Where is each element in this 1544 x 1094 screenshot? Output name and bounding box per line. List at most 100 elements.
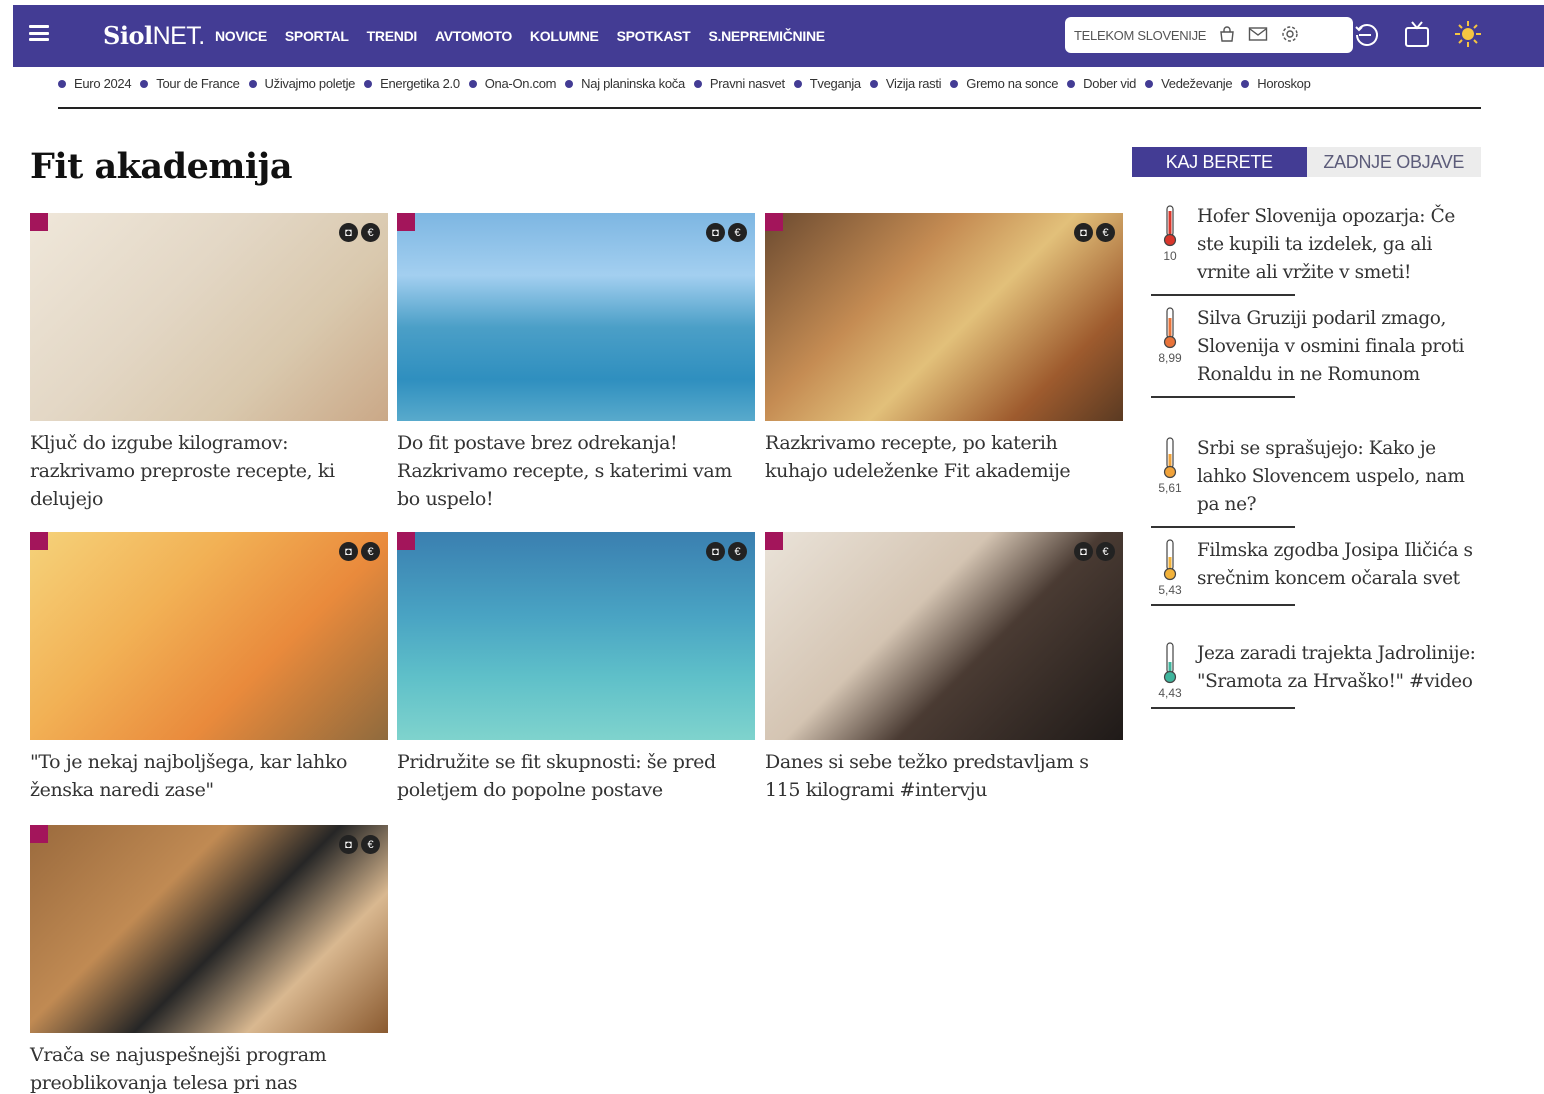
shopping-bag-icon[interactable] (1218, 25, 1236, 46)
article-card[interactable]: ◘ € Pridružite se fit skupnosti: še pred … (397, 532, 755, 804)
tab-kaj-berete[interactable]: KAJ BERETE (1132, 147, 1307, 177)
euro-icon: € (728, 542, 747, 561)
tag-item[interactable]: Ona-On.com (468, 76, 556, 91)
article-image[interactable]: ◘ € (397, 532, 755, 740)
euro-icon: € (1096, 542, 1115, 561)
tag-item[interactable]: Tveganja (793, 76, 861, 91)
top-bar: SiolNET. NOVICE SPORTAL TRENDI AVTOMOTO … (13, 5, 1544, 67)
article-card[interactable]: ◘ € Danes si sebe težko predstavljam s 11… (765, 532, 1123, 804)
hot-item[interactable]: 5,61 Srbi se sprašujejo: Kako je lahko S… (1151, 435, 1481, 528)
badges: ◘ € (1074, 542, 1115, 561)
sun-icon[interactable] (1453, 19, 1483, 57)
article-title[interactable]: Razkrivamo recepte, po katerih kuhajo ud… (765, 429, 1123, 485)
category-marker (30, 532, 48, 550)
nav-spotkast[interactable]: SPOTKAST (617, 28, 691, 44)
hot-item-title[interactable]: Filmska zgodba Josipa Iličića s srečnim … (1197, 537, 1477, 597)
top-icons (1351, 19, 1483, 57)
nav-novice[interactable]: NOVICE (215, 28, 267, 44)
category-marker (397, 213, 415, 231)
article-image[interactable]: ◘ € (30, 213, 388, 421)
article-title[interactable]: Do fit postave brez odrekanja! Razkrivam… (397, 429, 755, 513)
tag-item[interactable]: Vedeževanje (1145, 76, 1233, 91)
tag-item[interactable]: Vizija rasti (869, 76, 942, 91)
article-card[interactable]: ◘ € Vrača se najuspešnejši program preobl… (30, 825, 388, 1094)
tag-item[interactable]: Pravni nasvet (693, 76, 785, 91)
hot-item[interactable]: 10 Hofer Slovenija opozarja: Če ste kupi… (1151, 203, 1481, 296)
article-image[interactable]: ◘ € (30, 825, 388, 1033)
euro-icon: € (361, 835, 380, 854)
tag-item[interactable]: Tour de France (140, 76, 240, 91)
separator (1151, 526, 1295, 528)
article-card[interactable]: ◘ € Ključ do izgube kilogramov: razkrivam… (30, 213, 388, 513)
euro-icon: € (361, 542, 380, 561)
thermometer-icon: 5,61 (1151, 435, 1189, 519)
badges: ◘ € (339, 835, 380, 854)
score: 5,43 (1158, 583, 1182, 597)
history-icon[interactable] (1351, 19, 1381, 57)
divider (58, 107, 1481, 109)
telekom-label[interactable]: TELEKOM SLOVENIJE (1074, 28, 1206, 43)
nav-snepremicnine[interactable]: S.NEPREMIČNINE (708, 28, 825, 44)
article-title[interactable]: Ključ do izgube kilogramov: razkrivamo p… (30, 429, 388, 513)
article-image[interactable]: ◘ € (765, 213, 1123, 421)
tag-item[interactable]: Naj planinska koča (565, 76, 685, 91)
tag-item[interactable]: Horoskop (1241, 76, 1311, 91)
camera-icon: ◘ (339, 542, 358, 561)
nav-sportal[interactable]: SPORTAL (285, 28, 349, 44)
category-marker (397, 532, 415, 550)
hot-item[interactable]: 8,99 Silva Gruziji podaril zmago, Sloven… (1151, 305, 1481, 398)
tag-item[interactable]: Energetika 2.0 (364, 76, 460, 91)
camera-icon: ◘ (706, 223, 725, 242)
thermometer-icon: 10 (1151, 203, 1189, 287)
camera-icon: ◘ (1074, 542, 1093, 561)
thermometer-icon: 4,43 (1151, 640, 1189, 700)
logo[interactable]: SiolNET. (103, 21, 205, 51)
sidebar-tabs: KAJ BERETE ZADNJE OBJAVE (1132, 147, 1481, 177)
camera-icon: ◘ (1074, 223, 1093, 242)
hot-item-title[interactable]: Jeza zaradi trajekta Jadrolinije: "Sramo… (1197, 640, 1477, 700)
score: 8,99 (1158, 351, 1182, 365)
tag-item[interactable]: Gremo na sonce (950, 76, 1058, 91)
tab-zadnje-objave[interactable]: ZADNJE OBJAVE (1306, 147, 1481, 177)
score: 5,61 (1158, 481, 1182, 495)
separator (1151, 604, 1295, 606)
article-card[interactable]: ◘ € Razkrivamo recepte, po katerih kuhajo… (765, 213, 1123, 485)
separator (1151, 707, 1295, 709)
telekom-box: TELEKOM SLOVENIJE (1065, 17, 1353, 53)
article-title[interactable]: Vrača se najuspešnejši program preobliko… (30, 1041, 388, 1094)
tag-item[interactable]: Uživajmo poletje (248, 76, 355, 91)
hot-item-title[interactable]: Hofer Slovenija opozarja: Če ste kupili … (1197, 203, 1477, 287)
settings-icon[interactable] (1280, 24, 1300, 47)
tag-item[interactable]: Euro 2024 (58, 76, 132, 91)
category-marker (765, 532, 783, 550)
article-card[interactable]: ◘ € Do fit postave brez odrekanja! Razkri… (397, 213, 755, 513)
article-image[interactable]: ◘ € (397, 213, 755, 421)
separator (1151, 294, 1295, 296)
nav-trendi[interactable]: TRENDI (367, 28, 418, 44)
mail-icon[interactable] (1248, 26, 1268, 45)
article-card[interactable]: ◘ € "To je nekaj najboljšega, kar lahko ž… (30, 532, 388, 804)
score: 10 (1163, 249, 1177, 263)
article-title[interactable]: Danes si sebe težko predstavljam s 115 k… (765, 748, 1123, 804)
score: 4,43 (1158, 686, 1182, 700)
main-nav: NOVICE SPORTAL TRENDI AVTOMOTO KOLUMNE S… (215, 28, 825, 44)
badges: ◘ € (339, 223, 380, 242)
hot-item-title[interactable]: Silva Gruziji podaril zmago, Slovenija v… (1197, 305, 1477, 389)
article-image[interactable]: ◘ € (30, 532, 388, 740)
camera-icon: ◘ (339, 223, 358, 242)
badges: ◘ € (706, 223, 747, 242)
camera-icon: ◘ (706, 542, 725, 561)
article-image[interactable]: ◘ € (765, 532, 1123, 740)
article-title[interactable]: Pridružite se fit skupnosti: še pred pol… (397, 748, 755, 804)
menu-icon[interactable] (29, 22, 49, 44)
tag-bar: Euro 2024 Tour de France Uživajmo poletj… (58, 76, 1481, 91)
tv-icon[interactable] (1403, 19, 1431, 57)
hot-item[interactable]: 4,43 Jeza zaradi trajekta Jadrolinije: "… (1151, 640, 1481, 709)
nav-avtomoto[interactable]: AVTOMOTO (435, 28, 512, 44)
nav-kolumne[interactable]: KOLUMNE (530, 28, 599, 44)
tag-item[interactable]: Dober vid (1067, 76, 1136, 91)
thermometer-icon: 5,43 (1151, 537, 1189, 597)
hot-item[interactable]: 5,43 Filmska zgodba Josipa Iličića s sre… (1151, 537, 1481, 606)
hot-item-title[interactable]: Srbi se sprašujejo: Kako je lahko Sloven… (1197, 435, 1477, 519)
article-title[interactable]: "To je nekaj najboljšega, kar lahko žens… (30, 748, 388, 804)
